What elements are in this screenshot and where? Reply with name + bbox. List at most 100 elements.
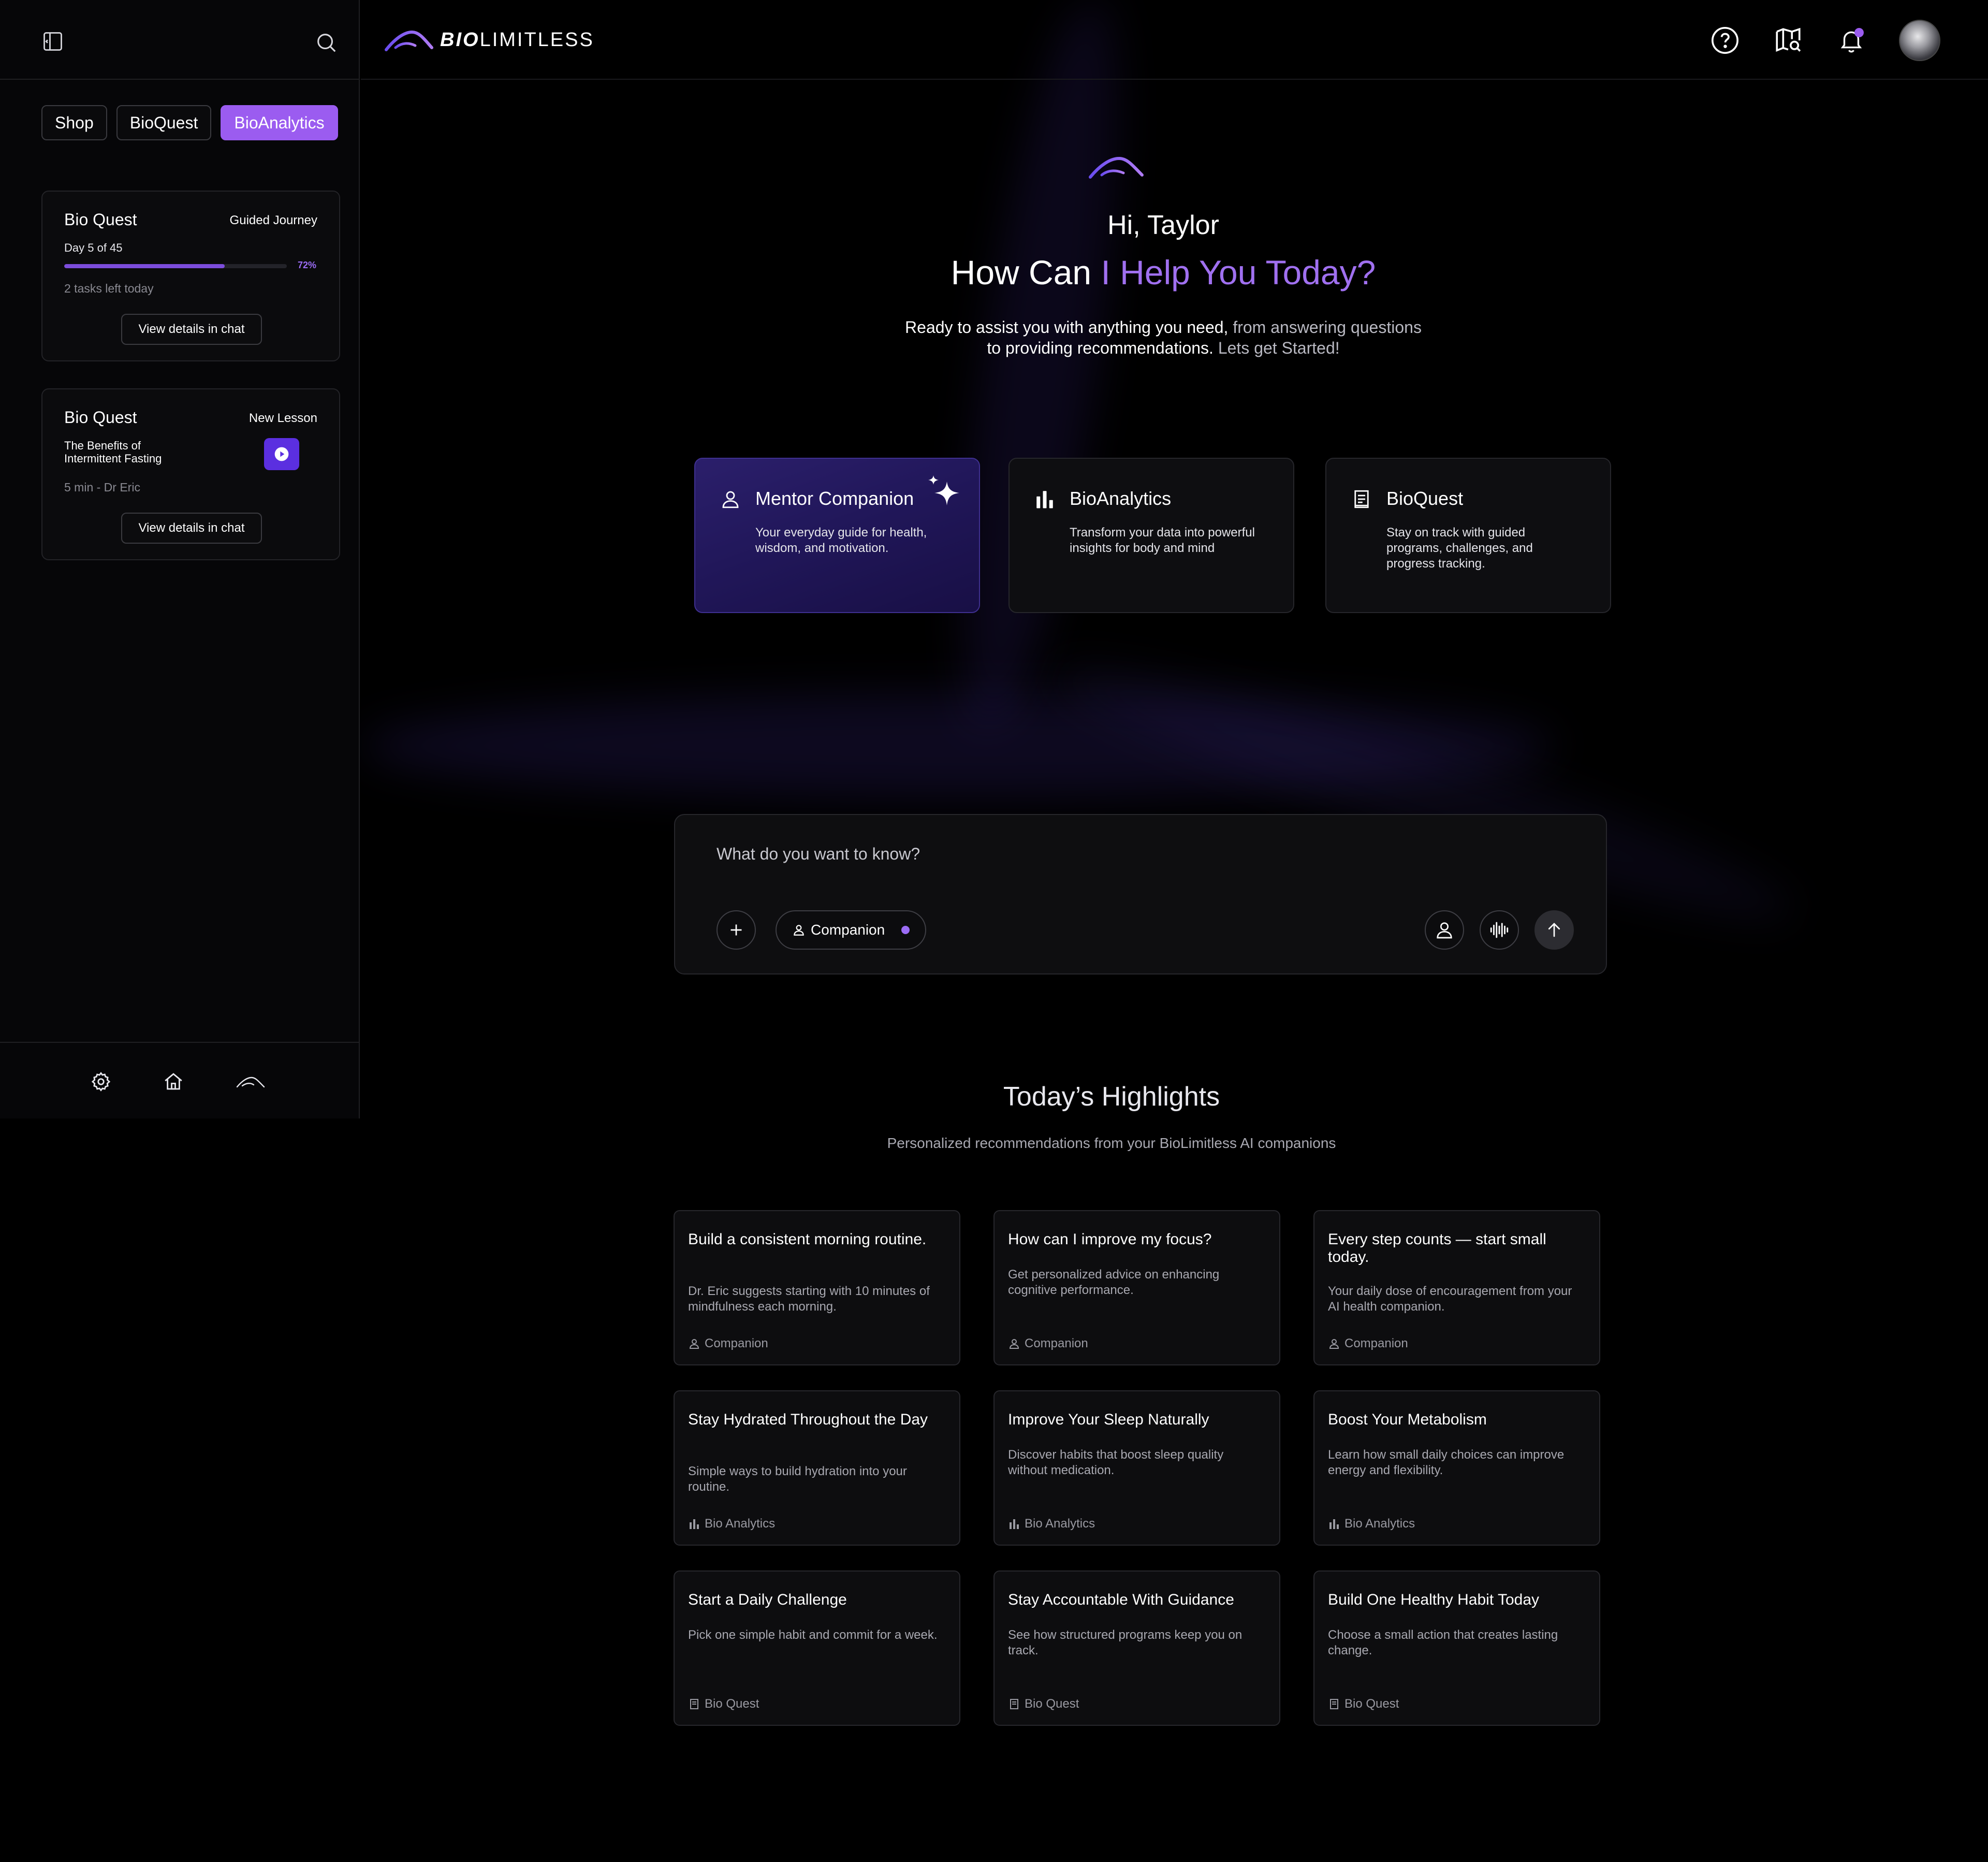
hero-logo-icon: [1089, 156, 1144, 179]
sidebar-footer: [0, 1042, 359, 1118]
view-details-button[interactable]: View details in chat: [121, 314, 262, 345]
highlight-card[interactable]: Boost Your Metabolism Learn how small dai…: [1313, 1390, 1600, 1546]
brand-logo[interactable]: BIOLIMITLESS: [383, 27, 594, 53]
user-icon: [1008, 1337, 1020, 1350]
highlight-description: Your daily dose of encouragement from yo…: [1328, 1284, 1572, 1314]
highlight-card[interactable]: Stay Hydrated Throughout the Day Simple w…: [674, 1390, 960, 1546]
highlight-title: Start a Daily Challenge: [688, 1591, 847, 1608]
sidebar-toggle-icon[interactable]: [40, 29, 65, 54]
highlight-card[interactable]: How can I improve my focus? Get personali…: [993, 1210, 1280, 1365]
user-icon: [719, 488, 742, 511]
feature-title: BioQuest: [1386, 488, 1464, 509]
play-lesson-button[interactable]: [264, 438, 299, 470]
tab-shop[interactable]: Shop: [41, 105, 107, 140]
arrow-up-icon: [1548, 923, 1560, 937]
bell-icon[interactable]: [1836, 25, 1867, 56]
logo-mark-icon: [385, 30, 433, 51]
feature-card-mentor-companion[interactable]: Mentor Companion Your everyday guide for…: [694, 458, 980, 613]
map-search-icon[interactable]: [1773, 25, 1804, 56]
highlight-source: Bio Analytics: [1328, 1517, 1415, 1531]
highlight-source: Bio Quest: [1328, 1697, 1399, 1711]
top-header: BIOLIMITLESS: [361, 0, 1988, 80]
user-icon: [688, 1337, 700, 1350]
view-details-button[interactable]: View details in chat: [121, 513, 262, 544]
highlight-source-label: Companion: [1344, 1336, 1408, 1350]
notification-dot: [1854, 28, 1864, 37]
status-dot: [901, 926, 910, 934]
brand-wordmark: BIOLIMITLESS: [440, 28, 594, 51]
lesson-card: Bio Quest New Lesson The Benefits of Int…: [41, 388, 340, 560]
quest-progress-card: Bio Quest Guided Journey Day 5 of 45 72%…: [41, 191, 340, 361]
bar-chart-icon: [1033, 488, 1056, 511]
intro-text: Ready to assist you with anything you ne…: [905, 318, 1422, 357]
send-button[interactable]: [1534, 910, 1574, 950]
highlight-card[interactable]: Improve Your Sleep Naturally Discover hab…: [993, 1390, 1280, 1546]
feature-card-bioanalytics[interactable]: BioAnalytics Transform your data into po…: [1008, 458, 1294, 613]
search-icon[interactable]: [313, 29, 340, 56]
highlight-source: Bio Analytics: [1008, 1517, 1095, 1531]
home-icon[interactable]: [162, 1070, 185, 1094]
highlight-card[interactable]: Build a consistent morning routine. Dr. E…: [674, 1210, 960, 1365]
background-glow: [932, 0, 1149, 725]
sidebar-tabs: Shop BioQuest BioAnalytics: [41, 105, 338, 140]
quest-progress-percent: 72%: [297, 260, 316, 270]
bar-chart-icon: [688, 1518, 700, 1530]
lesson-card-title: Bio Quest: [64, 408, 137, 427]
chat-input[interactable]: [717, 841, 1493, 867]
profile-button[interactable]: [1425, 910, 1464, 950]
highlight-source-label: Bio Analytics: [1025, 1517, 1095, 1531]
companion-mode-chip[interactable]: Companion: [776, 910, 927, 950]
highlight-title: Build a consistent morning routine.: [688, 1231, 927, 1248]
avatar[interactable]: [1899, 20, 1940, 61]
feature-title: Mentor Companion: [755, 488, 914, 509]
highlight-source-label: Bio Analytics: [705, 1517, 776, 1531]
highlight-description: See how structured programs keep you on …: [1008, 1628, 1242, 1657]
gear-icon[interactable]: [89, 1070, 113, 1094]
highlight-description: Pick one simple habit and commit for a w…: [688, 1628, 938, 1642]
highlight-card[interactable]: Build One Healthy Habit Today Choose a sm…: [1313, 1570, 1600, 1726]
highlight-source-label: Bio Quest: [1344, 1697, 1399, 1711]
tab-bioquest[interactable]: BioQuest: [116, 105, 212, 140]
bar-chart-icon: [1008, 1518, 1020, 1530]
highlight-card[interactable]: Every step counts — start small today. Yo…: [1313, 1210, 1600, 1365]
sparkle-icon: [928, 475, 959, 505]
document-icon: [1328, 1698, 1340, 1710]
feature-description: Your everyday guide for health, wisdom, …: [755, 526, 927, 555]
highlight-description: Dr. Eric suggests starting with 10 minut…: [688, 1284, 930, 1314]
highlight-title: Every step counts — start small today.: [1328, 1231, 1546, 1265]
document-icon: [1008, 1698, 1020, 1710]
highlight-source: Bio Quest: [688, 1697, 759, 1711]
lesson-title: The Benefits of Intermittent Fasting: [64, 439, 162, 465]
feature-card-bioquest[interactable]: BioQuest Stay on track with guided progr…: [1325, 458, 1611, 613]
sidebar-header: [0, 0, 359, 80]
quest-card-tag: Guided Journey: [229, 213, 317, 227]
highlights-subtitle: Personalized recommendations from your B…: [887, 1135, 1336, 1151]
quest-tasks-left: 2 tasks left today: [64, 282, 154, 295]
highlight-source: Companion: [1328, 1336, 1408, 1351]
voice-input-button[interactable]: [1480, 910, 1519, 950]
highlight-description: Choose a small action that creates lasti…: [1328, 1628, 1558, 1657]
tab-bioanalytics[interactable]: BioAnalytics: [221, 105, 338, 140]
user-icon: [1437, 922, 1452, 939]
add-attachment-button[interactable]: [717, 910, 756, 950]
highlight-title: Build One Healthy Habit Today: [1328, 1591, 1540, 1608]
help-icon[interactable]: [1709, 25, 1741, 56]
feature-description: Stay on track with guided programs, chal…: [1386, 526, 1533, 571]
highlight-description: Discover habits that boost sleep quality…: [1008, 1448, 1224, 1477]
page-title: How Can I Help You Today?: [951, 253, 1376, 292]
quest-progress-fill: [64, 264, 225, 268]
highlight-title: Stay Accountable With Guidance: [1008, 1591, 1234, 1608]
highlight-card[interactable]: Start a Daily Challenge Pick one simple h…: [674, 1570, 960, 1726]
bar-chart-icon: [1328, 1518, 1340, 1530]
user-icon: [1328, 1337, 1340, 1350]
logo-icon[interactable]: [235, 1070, 266, 1094]
highlight-source-label: Bio Quest: [705, 1697, 759, 1711]
highlight-title: How can I improve my focus?: [1008, 1231, 1212, 1248]
highlight-card[interactable]: Stay Accountable With Guidance See how st…: [993, 1570, 1280, 1726]
highlight-title: Boost Your Metabolism: [1328, 1411, 1487, 1428]
greeting: Hi, Taylor: [1107, 210, 1219, 240]
highlight-source: Companion: [1008, 1336, 1088, 1351]
feature-description: Transform your data into powerful insigh…: [1070, 526, 1255, 555]
companion-chip-label: Companion: [811, 922, 885, 938]
quest-card-title: Bio Quest: [64, 210, 137, 229]
